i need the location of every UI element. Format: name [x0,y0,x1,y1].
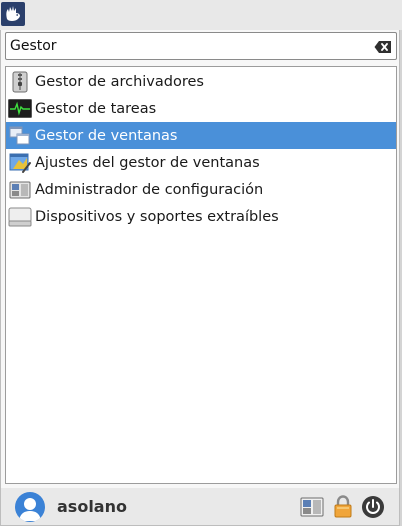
username: asolano [57,497,127,516]
top-panel [0,0,402,30]
search-results-list: Gestor de archivadores Gestor de tareas [5,66,397,484]
result-label: Dispositivos y soportes extraíbles [35,208,279,225]
user-avatar-icon [19,498,41,521]
archive-manager-icon [8,70,32,94]
task-manager-icon [8,97,32,121]
application-menu: Gestor de archivadores Gestor de tareas [0,30,400,526]
result-item-task-manager[interactable]: Gestor de tareas [6,95,396,122]
lock-screen-button[interactable] [330,494,356,520]
screen: Gestor de archivadores Gestor de tareas [0,0,402,526]
settings-manager-icon [8,178,32,202]
result-item-window-manager-tweaks[interactable]: Ajustes del gestor de ventanas [6,149,396,176]
result-item-removable-drives[interactable]: Dispositivos y soportes extraíbles [6,203,396,230]
settings-manager-button[interactable] [299,494,325,520]
result-item-archive-manager[interactable]: Gestor de archivadores [6,68,396,95]
result-label: Gestor de archivadores [35,73,204,90]
avatar [15,492,45,522]
result-item-window-manager[interactable]: Gestor de ventanas [6,122,396,149]
removable-drive-icon [8,205,32,229]
window-manager-icon [8,124,32,148]
whisker-menu-button[interactable] [1,2,25,26]
search-input[interactable] [6,33,366,59]
xfce-mouse-logo-icon [6,6,21,21]
settings-manager-icon [300,497,324,517]
result-label: Gestor de ventanas [35,127,178,144]
backspace-clear-icon[interactable] [374,39,392,53]
power-icon [362,496,384,518]
result-label: Ajustes del gestor de ventanas [35,154,260,171]
result-label: Gestor de tareas [35,100,157,117]
lock-icon [334,495,352,518]
user-bar: asolano [1,488,399,525]
result-label: Administrador de configuración [35,181,264,198]
power-button[interactable] [360,494,386,520]
result-item-settings-manager[interactable]: Administrador de configuración [6,176,396,203]
window-manager-tweaks-icon [8,151,32,175]
search-box [5,32,397,60]
